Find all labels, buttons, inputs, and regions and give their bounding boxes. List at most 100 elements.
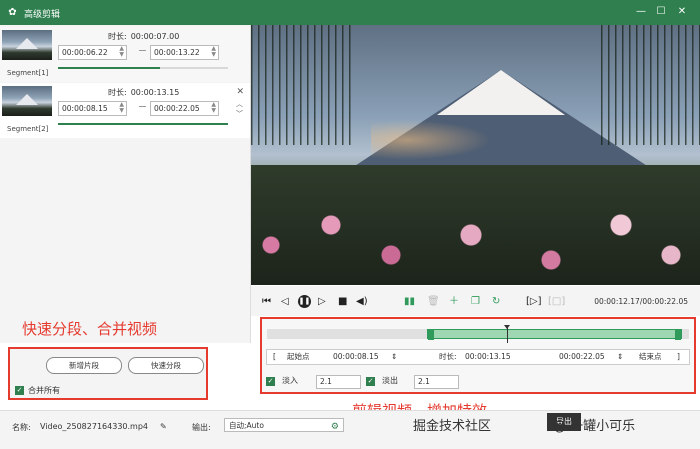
range-row: [ 起始点 00:00:08.15 ⇕ 时长: 00:00:13.15 00:0… (266, 349, 690, 365)
segment-end-input[interactable]: 00:00:22.05 ▲ ▼ (150, 101, 219, 116)
bracket-left-icon[interactable]: [ (273, 350, 276, 364)
segment-start-input[interactable]: 00:00:06.22 ▲ ▼ (58, 45, 127, 60)
end-value: 00:00:22.05 (154, 104, 200, 113)
fade-in-label: 淡入 (282, 376, 298, 385)
selection-range[interactable] (427, 329, 682, 340)
end-point-button[interactable]: 结束点 (639, 350, 662, 364)
quick-split-button[interactable]: 快速分段 (128, 357, 204, 374)
total-time: 00:00:22.05 (642, 297, 688, 306)
fade-out-label: 淡出 (382, 376, 398, 385)
close-icon[interactable]: ✕ (236, 87, 244, 97)
range-end-handle[interactable] (675, 330, 681, 340)
spinner-icon[interactable]: ⇕ (391, 350, 397, 364)
snow-cap (437, 70, 565, 115)
end-time-input[interactable]: 00:00:22.05 (559, 350, 605, 364)
output-value: 自动;Auto (229, 421, 264, 430)
segment-duration: 时长: 00:00:07.00 (108, 31, 179, 42)
file-name: Video_250827164330.mp4 (40, 422, 148, 431)
watermark-text: 掘金技术社区 (413, 419, 492, 434)
fade-in-input[interactable]: 2.1 (316, 375, 361, 389)
segment-end-input[interactable]: 00:00:13.22 ▲ ▼ (150, 45, 219, 60)
segment-item[interactable]: Segment[2] 时长: 00:00:13.15 00:00:08.15 ▲ ▼ … (0, 83, 250, 138)
volume-icon[interactable]: ◀) (356, 296, 368, 308)
range-dash (139, 50, 146, 51)
progress-fill (58, 67, 160, 69)
start-time-input[interactable]: 00:00:08.15 (333, 350, 379, 364)
output-label: 输出: (192, 423, 211, 432)
rotate-icon[interactable]: ↻ (492, 296, 500, 308)
spinner-icon[interactable]: ⇕ (617, 350, 623, 364)
sunlight-glow (371, 120, 491, 160)
fade-out-input[interactable]: 2.1 (414, 375, 459, 389)
mark-in-icon[interactable]: [▷] (526, 296, 542, 308)
bracket-right-icon[interactable]: ] (677, 350, 680, 364)
split-icon[interactable]: ▮▮ (404, 296, 415, 308)
segment-item[interactable]: Segment[1] 时长: 00:00:07.00 00:00:06.22 ▲ ▼ … (0, 27, 250, 82)
edit-panel: [ 起始点 00:00:08.15 ⇕ 时长: 00:00:13.15 00:0… (260, 317, 696, 394)
spinner-icon[interactable]: ▲ ▼ (119, 46, 124, 58)
current-time: 00:00:12.17 (594, 297, 640, 306)
output-select[interactable]: 自动;Auto ⚙ (224, 418, 344, 432)
window-title: 高级剪辑 (24, 10, 61, 20)
rabbit-icon: ✿ (8, 7, 17, 18)
mark-out-icon[interactable]: [□] (548, 296, 565, 308)
timeline-track[interactable] (267, 325, 689, 343)
flower-field (251, 165, 700, 285)
step-forward-icon[interactable]: ▷ (318, 296, 326, 308)
duration-label: 时长: (108, 88, 127, 97)
copy-icon[interactable]: ❐ (471, 296, 480, 308)
skip-start-icon[interactable]: ⏮ (262, 296, 271, 308)
end-value: 00:00:13.22 (154, 48, 200, 57)
duration-label: 时长: (108, 32, 127, 41)
add-segment-button[interactable]: 新增片段 (46, 357, 122, 374)
watermark-author: @ 一罐小可乐 (553, 419, 636, 434)
spinner-icon[interactable]: ▲ ▼ (119, 102, 124, 114)
step-back-icon[interactable]: ◁ (281, 296, 289, 308)
willow-branches (601, 25, 700, 145)
gear-icon[interactable]: ⚙ (331, 420, 339, 434)
title-bar: ✿ 高级剪辑 — ☐ ✕ (0, 0, 700, 25)
video-preview[interactable] (251, 25, 700, 285)
segment-panel: Segment[1] 时长: 00:00:07.00 00:00:06.22 ▲ ▼ … (0, 25, 251, 343)
segment-progress (58, 67, 228, 69)
annotation-left: 快速分段、合并视频 (22, 320, 158, 338)
stop-icon[interactable]: ■ (338, 296, 347, 308)
segment-thumbnail[interactable] (2, 86, 52, 116)
start-value: 00:00:06.22 (62, 48, 108, 57)
playhead[interactable] (504, 325, 510, 343)
segment-label: Segment[1] (7, 69, 49, 77)
duration-value: 00:00:13.15 (465, 352, 511, 361)
spinner-icon[interactable]: ▲ ▼ (211, 102, 216, 114)
duration-value: 00:00:07.00 (130, 32, 180, 41)
delete-icon[interactable]: 🗑 (427, 296, 440, 308)
fade-in-checkbox[interactable]: ✓ (266, 377, 275, 386)
segment-progress (58, 123, 228, 125)
merge-all-label: 合并所有 (28, 386, 60, 395)
duration-label: 时长: (439, 352, 457, 361)
segment-duration: 时长: 00:00:13.15 (108, 87, 179, 98)
willow-branches (251, 25, 351, 145)
player-controls: ⏮ ◁ ❚❚ ▷ ■ ◀) ▮▮ 🗑 ＋ ❐ ↻ [▷] [□] 00:00:1… (251, 286, 700, 316)
fade-out-checkbox[interactable]: ✓ (366, 377, 375, 386)
range-dash (139, 106, 146, 107)
edit-name-icon[interactable]: ✎ (160, 422, 167, 431)
time-display: 00:00:12.17/00:00:22.05 (594, 297, 688, 306)
segment-start-input[interactable]: 00:00:08.15 ▲ ▼ (58, 101, 127, 116)
start-value: 00:00:08.15 (62, 104, 108, 113)
name-label: 名称: (12, 423, 31, 432)
pause-icon[interactable]: ❚❚ (298, 295, 311, 308)
segment-actions: 新增片段 快速分段 ✓ 合并所有 (8, 347, 208, 400)
start-point-button[interactable]: 起始点 (287, 350, 310, 364)
range-start-handle[interactable] (428, 330, 434, 340)
close-button[interactable]: ✕ (675, 5, 689, 19)
maximize-button[interactable]: ☐ (654, 5, 668, 19)
move-down-icon[interactable]: ﹀ (236, 109, 243, 119)
segment-thumbnail[interactable] (2, 30, 52, 60)
move-up-icon[interactable]: ︿ (236, 99, 243, 109)
merge-all-checkbox[interactable]: ✓ (15, 386, 24, 395)
progress-fill (58, 123, 228, 125)
spinner-icon[interactable]: ▲ ▼ (211, 46, 216, 58)
minimize-button[interactable]: — (634, 5, 648, 19)
segment-label: Segment[2] (7, 125, 49, 133)
add-icon[interactable]: ＋ (449, 296, 459, 308)
